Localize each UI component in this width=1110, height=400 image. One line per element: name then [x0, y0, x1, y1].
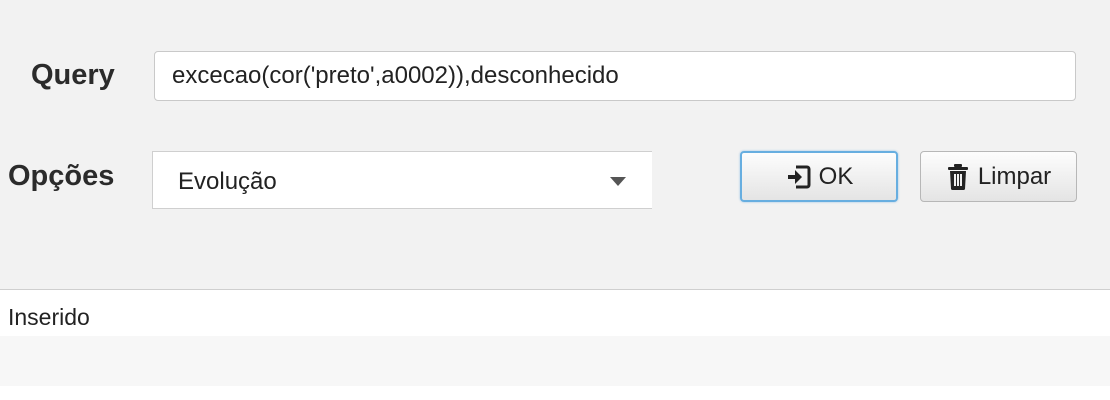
- clear-button-label: Limpar: [977, 162, 1052, 190]
- clear-button[interactable]: Limpar: [920, 151, 1077, 202]
- ok-button-label: OK: [818, 162, 854, 190]
- query-page: Query Opções Evolução OK: [0, 0, 1110, 400]
- caret-down-icon: [610, 177, 626, 186]
- trash-icon: [946, 163, 970, 191]
- results-area: [0, 336, 1110, 386]
- options-label: Opções: [8, 160, 115, 192]
- options-selected-value: Evolução: [178, 168, 277, 195]
- query-form: Query Opções Evolução OK: [0, 0, 1110, 289]
- status-row: Inserido: [0, 290, 1110, 336]
- query-input[interactable]: [154, 51, 1076, 101]
- options-select[interactable]: Evolução: [152, 151, 652, 209]
- sign-in-icon: [785, 164, 811, 190]
- query-label: Query: [31, 59, 115, 91]
- status-text: Inserido: [8, 304, 90, 330]
- bottom-edge: [0, 386, 1110, 400]
- ok-button[interactable]: OK: [740, 151, 898, 202]
